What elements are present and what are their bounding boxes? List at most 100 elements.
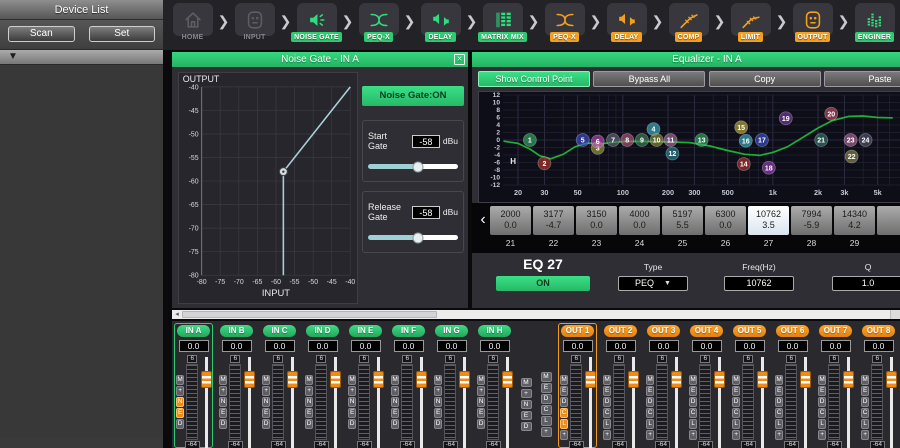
- channel-value[interactable]: 0.0: [437, 340, 467, 352]
- channel-button-+[interactable]: +: [305, 386, 313, 396]
- start-gate-slider-thumb[interactable]: [413, 161, 424, 172]
- channel-button-+[interactable]: +: [732, 430, 740, 440]
- channel-button-+[interactable]: +: [689, 430, 697, 440]
- channel-button-d[interactable]: D: [262, 419, 270, 429]
- eq-point-24[interactable]: 24: [859, 134, 872, 147]
- release-gate-value[interactable]: -58: [412, 206, 440, 219]
- fader-track[interactable]: [799, 355, 810, 448]
- q-field[interactable]: 1.0: [832, 276, 900, 291]
- channel-button-m[interactable]: M: [391, 375, 399, 385]
- fader-track[interactable]: [501, 355, 512, 448]
- channel-strip-in-g[interactable]: IN G0.0M+NED6-64: [432, 323, 471, 448]
- channel-button-d[interactable]: D: [219, 419, 227, 429]
- channel-value[interactable]: 0.0: [265, 340, 295, 352]
- fader-handle[interactable]: [459, 371, 470, 388]
- type-dropdown[interactable]: PEQ ▼: [618, 276, 688, 291]
- channel-button-m[interactable]: M: [861, 375, 869, 385]
- toolbar-item-home[interactable]: HOME: [169, 3, 216, 42]
- bus-button-+[interactable]: +: [541, 427, 552, 437]
- fader-track[interactable]: [286, 355, 297, 448]
- toolbar-item-output[interactable]: OUTPUT: [789, 3, 836, 42]
- channel-button-m[interactable]: M: [348, 375, 356, 385]
- bus-button-e[interactable]: E: [541, 383, 552, 393]
- eq-point-10[interactable]: 10: [650, 134, 663, 147]
- channel-strip-in-f[interactable]: IN F0.0M+NED6-64: [389, 323, 428, 448]
- bus-button-n[interactable]: N: [521, 400, 532, 410]
- channel-button-n[interactable]: N: [391, 397, 399, 407]
- start-gate-slider[interactable]: [368, 164, 458, 169]
- fader-handle[interactable]: [502, 371, 513, 388]
- fader-handle[interactable]: [201, 371, 212, 388]
- fader-track[interactable]: [670, 355, 681, 448]
- eq-band-button-27[interactable]: 107623.527: [748, 206, 789, 248]
- channel-button-l[interactable]: L: [861, 419, 869, 429]
- channel-value[interactable]: 0.0: [351, 340, 381, 352]
- channel-value[interactable]: 0.0: [480, 340, 510, 352]
- channel-button-c[interactable]: C: [732, 408, 740, 418]
- channel-strip-in-a[interactable]: IN A0.0M+NED6-64: [174, 323, 213, 448]
- channel-button-d[interactable]: D: [434, 419, 442, 429]
- scrollbar-right-cap[interactable]: [890, 310, 900, 319]
- fader-handle[interactable]: [585, 371, 596, 388]
- channel-button-+[interactable]: +: [560, 430, 568, 440]
- channel-button-+[interactable]: +: [818, 430, 826, 440]
- freq-field[interactable]: 10762: [724, 276, 794, 291]
- bus-button-d[interactable]: D: [521, 422, 532, 432]
- channel-button-e[interactable]: E: [477, 408, 485, 418]
- channel-strip-out-4[interactable]: OUT 40.0MEDCL+6-64: [687, 323, 726, 448]
- fader-handle[interactable]: [714, 371, 725, 388]
- toolbar-item-peq-x[interactable]: PEQ-X: [541, 3, 588, 42]
- channel-button-e[interactable]: E: [861, 386, 869, 396]
- channel-button-+[interactable]: +: [603, 430, 611, 440]
- release-gate-slider-thumb[interactable]: [413, 232, 424, 243]
- fader-handle[interactable]: [757, 371, 768, 388]
- channel-button-c[interactable]: C: [689, 408, 697, 418]
- channel-button-+[interactable]: +: [477, 386, 485, 396]
- channel-strip-out-6[interactable]: OUT 60.0MEDCL+6-64: [773, 323, 812, 448]
- paste-button[interactable]: Paste: [824, 71, 900, 87]
- channel-button-e[interactable]: E: [176, 408, 184, 418]
- bus-button-d[interactable]: D: [541, 394, 552, 404]
- channel-button-e[interactable]: E: [262, 408, 270, 418]
- fader-track[interactable]: [329, 355, 340, 448]
- device-group-row[interactable]: ▼: [0, 49, 163, 65]
- channel-button-d[interactable]: D: [391, 419, 399, 429]
- channel-button-+[interactable]: +: [176, 386, 184, 396]
- eq-point-12[interactable]: 12: [666, 147, 679, 160]
- scan-button[interactable]: Scan: [8, 26, 75, 42]
- eq-point-20[interactable]: 20: [825, 107, 838, 120]
- band-on-button[interactable]: ON: [496, 276, 590, 291]
- channel-strip-out-5[interactable]: OUT 50.0MEDCL+6-64: [730, 323, 769, 448]
- channel-button-n[interactable]: N: [348, 397, 356, 407]
- bus-button-+[interactable]: +: [521, 389, 532, 399]
- channel-button-d[interactable]: D: [560, 397, 568, 407]
- toolbar-item-limit[interactable]: LIMIT: [727, 3, 774, 42]
- channel-button-d[interactable]: D: [646, 397, 654, 407]
- channel-value[interactable]: 0.0: [692, 340, 722, 352]
- fader-track[interactable]: [842, 355, 853, 448]
- channel-value[interactable]: 0.0: [778, 340, 808, 352]
- scrollbar-thumb[interactable]: [182, 311, 437, 318]
- eq-point-9[interactable]: 9: [635, 134, 648, 147]
- eq-band-button-24[interactable]: 40000.024: [619, 206, 660, 248]
- eq-band-button-26[interactable]: 63000.026: [705, 206, 746, 248]
- channel-button-n[interactable]: N: [262, 397, 270, 407]
- channel-button-m[interactable]: M: [603, 375, 611, 385]
- eq-point-11[interactable]: 11: [664, 134, 677, 147]
- start-gate-value[interactable]: -58: [412, 135, 440, 148]
- bypass-all-button[interactable]: Bypass All: [593, 71, 705, 87]
- channel-button-e[interactable]: E: [775, 386, 783, 396]
- channel-value[interactable]: 0.0: [308, 340, 338, 352]
- fader-track[interactable]: [458, 355, 469, 448]
- eq-band-button-21[interactable]: 20000.021: [490, 206, 531, 248]
- channel-button-m[interactable]: M: [732, 375, 740, 385]
- channel-button-e[interactable]: E: [732, 386, 740, 396]
- fader-handle[interactable]: [628, 371, 639, 388]
- channel-value[interactable]: 0.0: [735, 340, 765, 352]
- fader-handle[interactable]: [800, 371, 811, 388]
- eq-band-button-partial[interactable]: [877, 206, 900, 248]
- mixer-horizontal-scrollbar[interactable]: ◂: [172, 310, 900, 319]
- channel-button-d[interactable]: D: [732, 397, 740, 407]
- toolbar-item-comp[interactable]: COMP: [665, 3, 712, 42]
- channel-button-e[interactable]: E: [646, 386, 654, 396]
